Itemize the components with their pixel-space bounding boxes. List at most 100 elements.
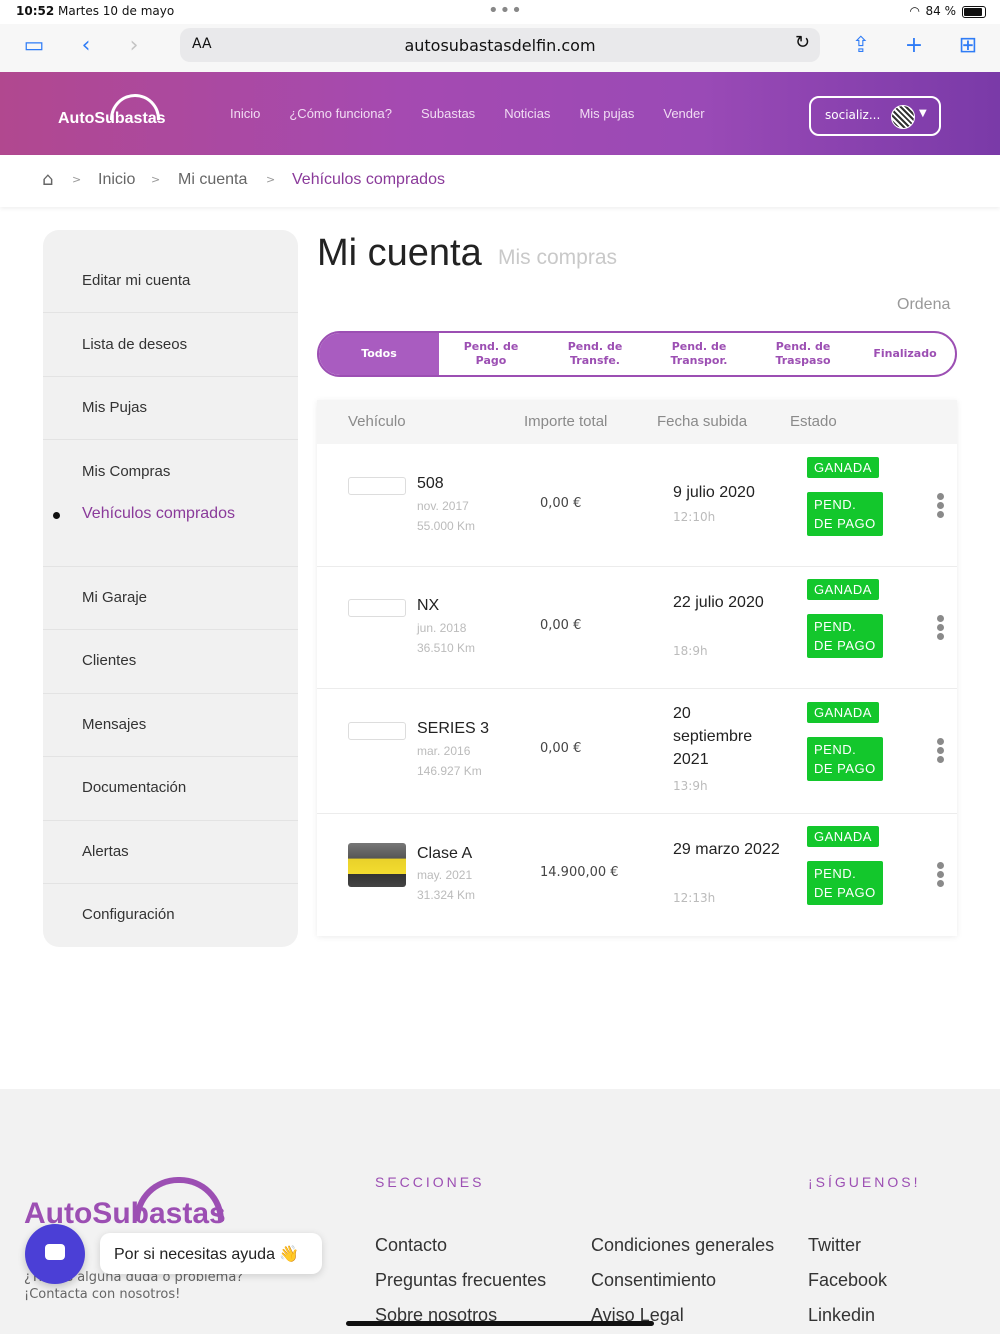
filter-tab-pend-traspaso[interactable]: Pend. de Traspaso [751,333,855,375]
footer-link-twitter[interactable]: Twitter [808,1235,861,1256]
breadcrumb-mi-cuenta[interactable]: Mi cuenta [178,171,247,189]
nav-mis-pujas[interactable]: Mis pujas [579,106,634,121]
nav-noticias[interactable]: Noticias [504,106,550,121]
footer-heading-siguenos: ¡SÍGUENOS! [808,1174,921,1190]
multitask-dots-icon[interactable]: ••• [488,0,523,21]
sidebar-item-label: Mi Garaje [82,589,148,606]
contact-link[interactable]: ¡Contacta con nosotros! [24,1287,180,1302]
sidebar-item-clientes[interactable]: Clientes [43,630,298,694]
filter-tab-pend-pago[interactable]: Pend. de Pago [439,333,543,375]
filter-tab-label: Pend. de Transpor. [670,339,728,367]
reload-icon[interactable]: ↻ [795,32,810,53]
upload-date: 20 septiembre 2021 [673,705,753,768]
forward-icon[interactable]: › [118,32,150,60]
breadcrumb-vehiculos-comprados: Vehículos comprados [292,171,445,188]
vehicle-name: NX [417,597,440,614]
sort-button[interactable]: Ordena [897,296,950,314]
filter-tab-pend-transfe[interactable]: Pend. de Transfe. [543,333,647,375]
amount: 0,00 € [540,496,582,511]
breadcrumb-separator: > [151,173,161,186]
column-header-vehiculo[interactable]: Vehículo [348,413,406,430]
address-bar[interactable]: AA autosubastasdelfin.com ↻ [180,28,820,62]
filter-tab-todos[interactable]: Todos [319,333,439,375]
sidebar-item-configuracion[interactable]: Configuración [43,884,298,947]
status-badge: PEND. DE PAGO [807,861,883,905]
user-name: socializ... [825,108,881,122]
avatar [891,105,915,129]
filter-tab-pend-transpor[interactable]: Pend. de Transpor. [647,333,751,375]
vehicle-thumbnail [348,843,406,887]
dolphin-logo-icon [110,94,160,120]
sidebar-item-label: Mis Compras [82,463,171,480]
sidebar-item-editar-cuenta[interactable]: Editar mi cuenta [43,230,298,313]
vehicle-date: may. 2021 [417,868,473,882]
sidebar-toggle-icon[interactable]: ▭ [18,32,50,60]
vehicle-km: 36.510 Km [417,641,476,655]
sidebar-item-label: Mensajes [82,716,147,733]
user-menu-button[interactable]: socializ... ▼ [809,96,941,136]
nav-como-funciona[interactable]: ¿Cómo funciona? [289,106,392,121]
vehicle-name: Clase A [417,845,473,862]
status-filter-tabs: Todos Pend. de Pago Pend. de Transfe. Pend… [317,331,957,377]
footer-link-preguntas[interactable]: Preguntas frecuentes [375,1270,546,1291]
battery-icon [962,6,986,18]
table-row[interactable]: SERIES 3 mar. 2016 146.927 Km 0,00 € 20 … [317,689,957,814]
sidebar-item-mensajes[interactable]: Mensajes [43,694,298,757]
column-header-importe[interactable]: Importe total [524,413,607,430]
sidebar-item-lista-deseos[interactable]: Lista de deseos [43,313,298,377]
upload-time: 13:9h [673,779,708,793]
more-options-icon[interactable] [937,615,945,642]
back-icon[interactable]: ‹ [70,32,102,60]
vehicle-thumbnail [348,722,406,740]
sidebar-item-label: Editar mi cuenta [82,272,191,289]
wifi-icon: ◠ [909,4,920,18]
tabs-overview-icon[interactable]: ⊞ [952,32,984,60]
footer-link-consentimiento[interactable]: Consentimiento [591,1270,716,1291]
table-row[interactable]: 508 nov. 2017 55.000 Km 0,00 € 9 julio 2… [317,444,957,567]
upload-time: 12:13h [673,891,716,905]
new-tab-icon[interactable]: + [898,32,930,60]
sidebar-item-label: Configuración [82,906,175,923]
sidebar-item-documentacion[interactable]: Documentación [43,757,298,821]
nav-inicio[interactable]: Inicio [230,106,260,121]
footer-link-condiciones[interactable]: Condiciones generales [591,1235,774,1256]
chat-button[interactable] [25,1224,85,1284]
more-options-icon[interactable] [937,738,945,765]
sidebar-item-label: Mis Pujas [82,399,148,416]
active-bullet-icon [53,512,60,519]
table-header: Vehículo Importe total Fecha subida Esta… [317,400,957,444]
purchases-table: Vehículo Importe total Fecha subida Esta… [317,400,957,936]
column-header-estado[interactable]: Estado [790,413,837,430]
nav-subastas[interactable]: Subastas [421,106,475,121]
table-row[interactable]: Clase A may. 2021 31.324 Km 14.900,00 € … [317,814,957,936]
footer-link-facebook[interactable]: Facebook [808,1270,887,1291]
table-row[interactable]: NX jun. 2018 36.510 Km 0,00 € 22 julio 2… [317,567,957,689]
more-options-icon[interactable] [937,493,945,520]
vehicle-name: SERIES 3 [417,720,490,737]
home-indicator[interactable] [346,1321,654,1326]
sidebar-subitem-vehiculos-comprados[interactable]: Vehículos comprados [82,505,235,523]
vehicle-km: 55.000 Km [417,519,476,533]
column-header-fecha[interactable]: Fecha subida [657,413,747,430]
status-bar: 10:52 Martes 10 de mayo ••• ◠ 84 % [0,0,1000,24]
chat-tooltip[interactable]: Por si necesitas ayuda 👋 [100,1233,322,1274]
sidebar-item-mis-pujas[interactable]: Mis Pujas [43,377,298,440]
sidebar-item-label: Documentación [82,779,187,796]
filter-tab-finalizado[interactable]: Finalizado [855,333,955,375]
nav-vender[interactable]: Vender [663,106,704,121]
amount: 14.900,00 € [540,865,619,880]
page-title: Mi cuenta [317,232,482,274]
share-icon[interactable]: ⇪ [845,32,877,60]
sidebar-item-mis-compras[interactable]: Mis Compras Vehículos comprados [43,440,298,567]
footer-link-linkedin[interactable]: Linkedin [808,1305,875,1326]
footer-link-contacto[interactable]: Contacto [375,1235,447,1256]
status-date: Martes 10 de mayo [58,4,175,18]
upload-date: 29 marzo 2022 [673,841,780,858]
sidebar-item-alertas[interactable]: Alertas [43,821,298,884]
breadcrumb: ⌂ > Inicio > Mi cuenta > Vehículos compr… [0,155,1000,207]
home-icon[interactable]: ⌂ [42,169,53,190]
more-options-icon[interactable] [937,862,945,889]
breadcrumb-inicio[interactable]: Inicio [98,171,135,189]
sidebar-item-mi-garaje[interactable]: Mi Garaje [43,567,298,630]
site-footer: AutoSubastas ¿Tienes alguna duda o probl… [0,1089,1000,1334]
